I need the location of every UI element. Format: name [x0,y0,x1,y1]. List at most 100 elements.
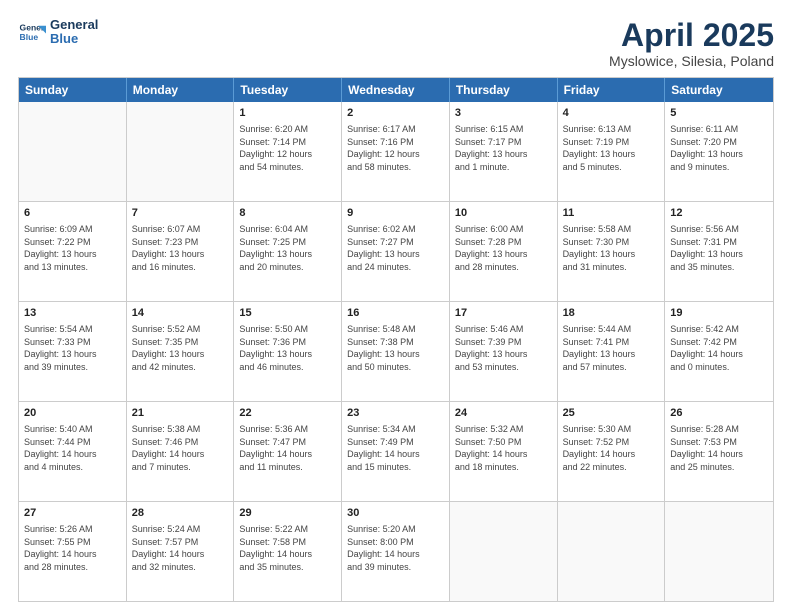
calendar-cell: 8 Sunrise: 6:04 AM Sunset: 7:25 PM Daylig… [234,202,342,301]
cell-info: Sunrise: 5:42 AM Sunset: 7:42 PM Dayligh… [670,323,768,373]
calendar-cell [19,102,127,201]
cell-info: Sunrise: 6:00 AM Sunset: 7:28 PM Dayligh… [455,223,552,273]
calendar-cell: 17Sunrise: 5:46 AM Sunset: 7:39 PM Dayli… [450,302,558,401]
title-month: April 2025 [609,18,774,53]
calendar-row: 20 Sunrise: 5:40 AM Sunset: 7:44 PM Dayli… [19,402,773,502]
calendar-cell [127,102,235,201]
calendar: SundayMondayTuesdayWednesdayThursdayFrid… [18,77,774,602]
cell-day-number: 1 [239,106,336,121]
calendar-cell: 21 Sunrise: 5:38 AM Sunset: 7:46 PM Dayli… [127,402,235,501]
calendar-cell [450,502,558,601]
cell-day-number: 12 [670,206,768,221]
cell-day-number: 15 [239,306,336,321]
calendar-row: 6 Sunrise: 6:09 AM Sunset: 7:22 PM Daylig… [19,202,773,302]
cell-day-number: 23 [347,406,444,421]
calendar-cell: 18 Sunrise: 5:44 AM Sunset: 7:41 PM Dayli… [558,302,666,401]
cell-day-number: 18 [563,306,660,321]
cell-day-number: 27 [24,506,121,521]
calendar-cell: 14 Sunrise: 5:52 AM Sunset: 7:35 PM Dayli… [127,302,235,401]
calendar-row: 13 Sunrise: 5:54 AM Sunset: 7:33 PM Dayli… [19,302,773,402]
cell-day-number: 20 [24,406,121,421]
calendar-header: SundayMondayTuesdayWednesdayThursdayFrid… [19,78,773,102]
cell-info: Sunrise: 5:54 AM Sunset: 7:33 PM Dayligh… [24,323,121,373]
cell-info: Sunrise: 6:20 AM Sunset: 7:14 PM Dayligh… [239,123,336,173]
cell-day-number: 10 [455,206,552,221]
calendar-cell: 11Sunrise: 5:58 AM Sunset: 7:30 PM Dayli… [558,202,666,301]
cell-day-number: 3 [455,106,552,121]
cell-info: Sunrise: 6:04 AM Sunset: 7:25 PM Dayligh… [239,223,336,273]
calendar-cell [558,502,666,601]
calendar-cell: 10 Sunrise: 6:00 AM Sunset: 7:28 PM Dayli… [450,202,558,301]
cell-day-number: 2 [347,106,444,121]
calendar-header-cell: Thursday [450,78,558,102]
cell-day-number: 11 [563,206,660,221]
cell-day-number: 21 [132,406,229,421]
calendar-cell: 3 Sunrise: 6:15 AM Sunset: 7:17 PM Daylig… [450,102,558,201]
cell-info: Sunrise: 6:15 AM Sunset: 7:17 PM Dayligh… [455,123,552,173]
calendar-header-cell: Tuesday [234,78,342,102]
cell-info: Sunrise: 5:36 AM Sunset: 7:47 PM Dayligh… [239,423,336,473]
cell-info: Sunrise: 5:20 AM Sunset: 8:00 PM Dayligh… [347,523,444,573]
calendar-cell: 26Sunrise: 5:28 AM Sunset: 7:53 PM Dayli… [665,402,773,501]
cell-day-number: 6 [24,206,121,221]
cell-info: Sunrise: 6:17 AM Sunset: 7:16 PM Dayligh… [347,123,444,173]
cell-info: Sunrise: 5:48 AM Sunset: 7:38 PM Dayligh… [347,323,444,373]
calendar-cell: 6 Sunrise: 6:09 AM Sunset: 7:22 PM Daylig… [19,202,127,301]
calendar-header-cell: Sunday [19,78,127,102]
svg-text:Blue: Blue [20,32,39,42]
cell-info: Sunrise: 5:32 AM Sunset: 7:50 PM Dayligh… [455,423,552,473]
calendar-cell: 20 Sunrise: 5:40 AM Sunset: 7:44 PM Dayli… [19,402,127,501]
cell-info: Sunrise: 5:46 AM Sunset: 7:39 PM Dayligh… [455,323,552,373]
cell-day-number: 19 [670,306,768,321]
cell-day-number: 7 [132,206,229,221]
cell-info: Sunrise: 5:38 AM Sunset: 7:46 PM Dayligh… [132,423,229,473]
cell-info: Sunrise: 5:22 AM Sunset: 7:58 PM Dayligh… [239,523,336,573]
cell-info: Sunrise: 5:44 AM Sunset: 7:41 PM Dayligh… [563,323,660,373]
calendar-cell: 23 Sunrise: 5:34 AM Sunset: 7:49 PM Dayli… [342,402,450,501]
logo: General Blue General Blue [18,18,98,47]
calendar-cell: 19 Sunrise: 5:42 AM Sunset: 7:42 PM Dayli… [665,302,773,401]
calendar-cell: 5Sunrise: 6:11 AM Sunset: 7:20 PM Daylig… [665,102,773,201]
calendar-header-cell: Saturday [665,78,773,102]
calendar-cell: 30 Sunrise: 5:20 AM Sunset: 8:00 PM Dayli… [342,502,450,601]
calendar-cell: 7 Sunrise: 6:07 AM Sunset: 7:23 PM Daylig… [127,202,235,301]
cell-info: Sunrise: 6:02 AM Sunset: 7:27 PM Dayligh… [347,223,444,273]
calendar-header-cell: Friday [558,78,666,102]
cell-info: Sunrise: 5:56 AM Sunset: 7:31 PM Dayligh… [670,223,768,273]
cell-day-number: 14 [132,306,229,321]
calendar-cell [665,502,773,601]
calendar-cell: 29 Sunrise: 5:22 AM Sunset: 7:58 PM Dayli… [234,502,342,601]
header: General Blue General Blue April 2025 Mys… [18,18,774,69]
cell-day-number: 30 [347,506,444,521]
calendar-body: 1 Sunrise: 6:20 AM Sunset: 7:14 PM Daylig… [19,102,773,601]
cell-info: Sunrise: 5:28 AM Sunset: 7:53 PM Dayligh… [670,423,768,473]
cell-info: Sunrise: 6:09 AM Sunset: 7:22 PM Dayligh… [24,223,121,273]
cell-info: Sunrise: 5:34 AM Sunset: 7:49 PM Dayligh… [347,423,444,473]
calendar-cell: 28Sunrise: 5:24 AM Sunset: 7:57 PM Dayli… [127,502,235,601]
cell-day-number: 24 [455,406,552,421]
calendar-cell: 15Sunrise: 5:50 AM Sunset: 7:36 PM Dayli… [234,302,342,401]
calendar-row: 27 Sunrise: 5:26 AM Sunset: 7:55 PM Dayli… [19,502,773,601]
cell-day-number: 22 [239,406,336,421]
page: General Blue General Blue April 2025 Mys… [0,0,792,612]
cell-day-number: 29 [239,506,336,521]
logo-icon: General Blue [18,18,46,46]
calendar-cell: 27 Sunrise: 5:26 AM Sunset: 7:55 PM Dayli… [19,502,127,601]
calendar-header-cell: Wednesday [342,78,450,102]
cell-day-number: 9 [347,206,444,221]
calendar-row: 1 Sunrise: 6:20 AM Sunset: 7:14 PM Daylig… [19,102,773,202]
title-block: April 2025 Myslowice, Silesia, Poland [609,18,774,69]
cell-info: Sunrise: 5:40 AM Sunset: 7:44 PM Dayligh… [24,423,121,473]
cell-day-number: 16 [347,306,444,321]
calendar-cell: 12 Sunrise: 5:56 AM Sunset: 7:31 PM Dayli… [665,202,773,301]
cell-info: Sunrise: 6:07 AM Sunset: 7:23 PM Dayligh… [132,223,229,273]
calendar-cell: 4Sunrise: 6:13 AM Sunset: 7:19 PM Daylig… [558,102,666,201]
calendar-cell: 2 Sunrise: 6:17 AM Sunset: 7:16 PM Daylig… [342,102,450,201]
cell-info: Sunrise: 5:52 AM Sunset: 7:35 PM Dayligh… [132,323,229,373]
calendar-cell: 25Sunrise: 5:30 AM Sunset: 7:52 PM Dayli… [558,402,666,501]
cell-day-number: 5 [670,106,768,121]
cell-day-number: 13 [24,306,121,321]
cell-day-number: 8 [239,206,336,221]
cell-info: Sunrise: 5:26 AM Sunset: 7:55 PM Dayligh… [24,523,121,573]
calendar-header-cell: Monday [127,78,235,102]
